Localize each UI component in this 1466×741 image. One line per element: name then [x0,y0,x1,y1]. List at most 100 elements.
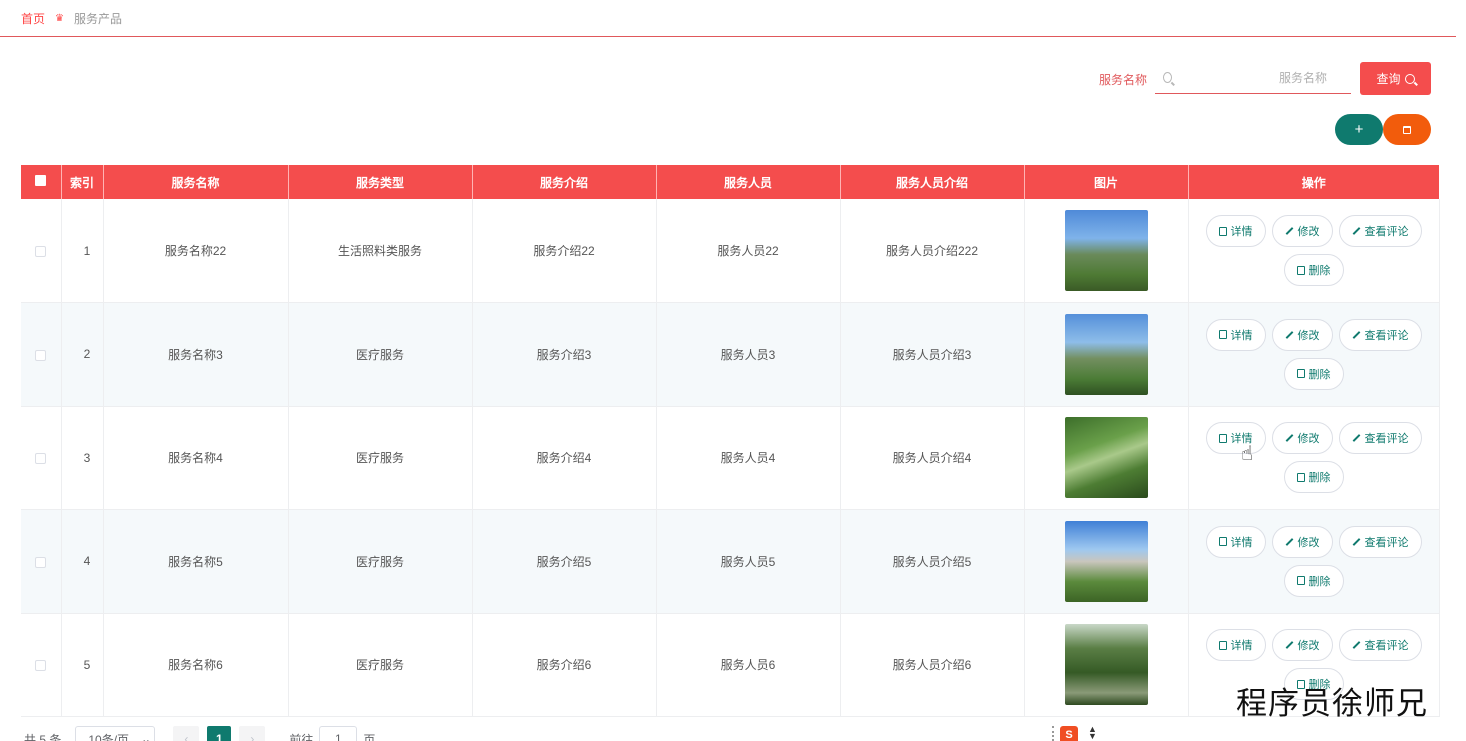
detail-label: 详情 [1230,329,1253,342]
prev-page-button[interactable]: ‹ [173,726,200,741]
cell-index: 1 [61,199,104,303]
cell-staff: 服务人员22 [656,199,841,303]
edit-button[interactable]: 修改 [1271,629,1333,662]
updown-arrows-icon[interactable]: ▲ ▼ [1088,725,1097,741]
delete-button[interactable]: 删除 [1283,254,1344,286]
comments-button[interactable]: 查看评论 [1338,318,1422,351]
pen-icon [1285,434,1293,443]
trash-icon [1296,265,1305,275]
document-icon [1218,433,1227,443]
header-name: 服务名称 [103,165,289,199]
query-button[interactable]: 查询 [1360,62,1431,95]
cell-staff: 服务人员5 [656,509,841,614]
detail-label: 详情 [1230,226,1253,238]
row-checkbox[interactable] [35,660,47,672]
page-size-select[interactable]: 10条/页 ⌄ [75,726,156,741]
document-icon [1218,330,1227,340]
trash-icon [1296,576,1305,586]
header-image: 图片 [1024,165,1189,199]
delete-button[interactable]: 删除 [1283,461,1344,494]
header-actions: 操作 [1188,165,1439,199]
detail-label: 详情 [1230,536,1253,549]
query-button-label: 查询 [1376,72,1401,86]
edit-label: 修改 [1297,433,1320,446]
cell-intro: 服务介绍6 [472,613,657,717]
breadcrumb-current: 服务产品 [73,11,122,26]
search-input[interactable] [1172,70,1351,85]
row-checkbox[interactable] [35,453,47,465]
row-actions: 详情 修改 查看评论 删除 [1199,525,1429,597]
cell-intro: 服务介绍5 [472,509,657,614]
goto-prefix: 前往 [289,732,314,741]
pen-icon [1285,537,1293,546]
pen-icon [1285,227,1293,235]
comments-button[interactable]: 查看评论 [1338,525,1422,558]
row-checkbox[interactable] [35,349,47,361]
header-intro: 服务介绍 [472,165,657,199]
cell-name: 服务名称6 [103,613,289,717]
edit-button[interactable]: 修改 [1271,318,1333,351]
cell-type: 医疗服务 [288,302,473,407]
hand-cursor-icon: ☝ [1241,443,1254,465]
cell-type: 医疗服务 [288,613,473,717]
detail-button[interactable]: 详情 [1205,318,1266,351]
edit-label: 修改 [1297,226,1320,238]
detail-button[interactable]: 详情 [1205,422,1266,455]
comments-label: 查看评论 [1364,329,1409,342]
header-staff: 服务人员 [656,165,841,199]
chevron-down-icon: ⌄ [141,732,152,741]
tray-divider [1052,726,1054,741]
batch-delete-button[interactable] [1383,114,1431,145]
edit-label: 修改 [1297,536,1320,549]
select-all-checkbox[interactable] [35,175,47,186]
comments-button[interactable]: 查看评论 [1338,215,1422,247]
search-field[interactable] [1155,62,1351,94]
row-checkbox[interactable] [35,245,47,257]
pen-icon [1285,330,1293,339]
cell-name: 服务名称22 [103,199,289,303]
table-row: 5 服务名称6 医疗服务 服务介绍6 服务人员6 服务人员介绍6 详情 修改 查… [21,613,1440,717]
cell-name: 服务名称5 [103,509,289,614]
breadcrumb-home[interactable]: 首页 [21,10,45,27]
cell-name: 服务名称3 [103,302,289,407]
row-checkbox[interactable] [35,556,47,568]
search-icon [1404,73,1415,84]
detail-button[interactable]: 详情 [1205,215,1266,247]
breadcrumb: 首页 ♛ 服务产品 [0,0,1456,37]
comments-label: 查看评论 [1364,640,1409,653]
table-header-row: 索引 服务名称 服务类型 服务介绍 服务人员 服务人员介绍 图片 操作 [21,165,1439,199]
detail-button[interactable]: 详情 [1205,525,1266,558]
trash-icon [1296,369,1305,379]
edit-button[interactable]: 修改 [1271,422,1333,455]
page-number-current[interactable]: 1 [207,726,232,741]
cell-staff-intro: 服务人员介绍5 [840,509,1025,614]
cell-index: 4 [61,509,104,614]
pagination: 共 5 条 10条/页 ⌄ ‹ 1 › 前往 1 页 [24,726,375,741]
select-all-header[interactable] [21,165,62,199]
edit-button[interactable]: 修改 [1271,215,1333,247]
table-row: 2 服务名称3 医疗服务 服务介绍3 服务人员3 服务人员介绍3 详情 修改 查… [21,302,1440,407]
comments-label: 查看评论 [1364,226,1409,238]
comments-button[interactable]: 查看评论 [1338,629,1422,662]
delete-button[interactable]: 删除 [1283,564,1344,597]
delete-button[interactable]: 删除 [1283,357,1344,390]
edit-button[interactable]: 修改 [1271,525,1333,558]
service-image [1064,520,1148,602]
table-row: 4 服务名称5 医疗服务 服务介绍5 服务人员5 服务人员介绍5 详情 修改 查… [21,509,1440,614]
document-icon [1218,537,1227,547]
goto-page: 前往 1 页 [289,726,375,741]
cell-staff: 服务人员4 [656,406,841,510]
service-table: 索引 服务名称 服务类型 服务介绍 服务人员 服务人员介绍 图片 操作 1 服务… [21,165,1440,717]
cell-index: 2 [61,302,104,407]
add-button[interactable]: + [1335,114,1383,145]
home-icon: ♛ [55,12,64,24]
pen-icon [1352,641,1360,650]
detail-label: 详情 [1230,640,1253,653]
detail-button[interactable]: 详情 [1205,629,1266,662]
goto-page-input[interactable]: 1 [319,726,358,741]
input-method-icon[interactable]: S [1060,726,1078,741]
comments-button[interactable]: 查看评论 [1338,422,1422,455]
next-page-button[interactable]: › [239,726,266,741]
comments-label: 查看评论 [1364,536,1409,549]
header-staff-intro: 服务人员介绍 [840,165,1025,199]
